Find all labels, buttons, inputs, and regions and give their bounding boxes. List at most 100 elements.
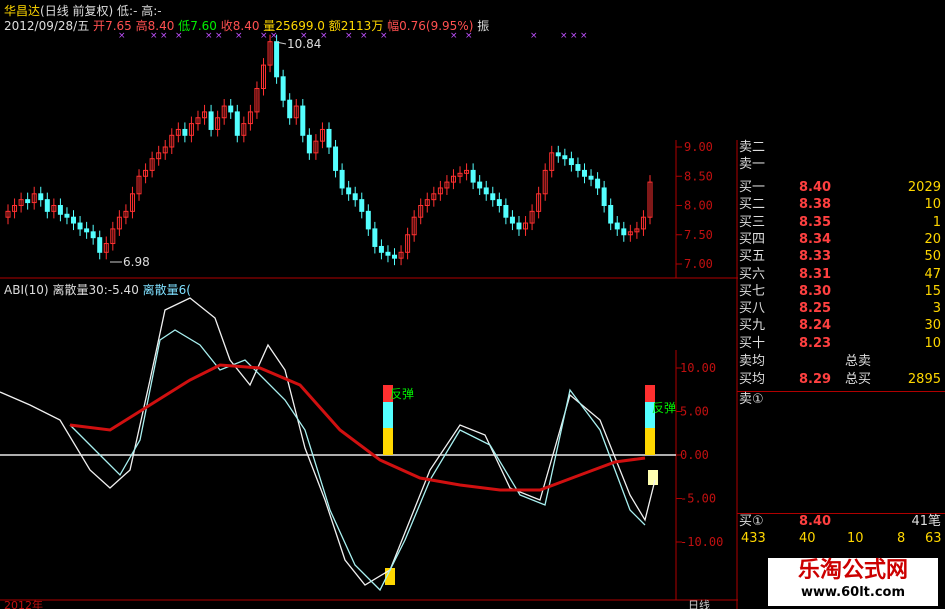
candle-body	[614, 222, 620, 230]
price-tick-label: 8.00	[684, 199, 713, 213]
candle-body	[228, 105, 234, 113]
candle-body	[25, 199, 31, 204]
low-value: -	[133, 4, 138, 18]
candle-body	[64, 213, 70, 218]
buy-row-price: 8.31	[799, 266, 832, 282]
queue-volume: 433	[741, 531, 766, 546]
high-value: -	[157, 4, 162, 18]
buy-row-label: 买二	[739, 197, 766, 213]
sell1-marker: 卖①	[739, 392, 764, 407]
buy-row-1[interactable]: 买一 8.40 2029	[737, 180, 945, 196]
dispersion-30-line	[0, 297, 656, 586]
max-price-label: 10.84	[287, 37, 321, 51]
buy-row-5[interactable]: 买五 8.33 50	[737, 249, 945, 265]
buy-row-9[interactable]: 买九 8.24 30	[737, 318, 945, 334]
buy-row-label: 买十	[739, 335, 766, 351]
signal-marker-glyph: ×	[560, 31, 568, 41]
total-sell-label: 总卖	[845, 354, 872, 369]
low2-label: 低	[178, 19, 191, 33]
ohlc-info-bar: 2012/09/28/五 开7.65 高8.40 低7.60 收8.40 量25…	[4, 17, 489, 34]
watermark-logo: 乐淘公式网 www.60lt.com	[768, 558, 938, 606]
sell-avg-label: 卖均	[739, 354, 766, 369]
candle-body	[287, 99, 293, 119]
amount-value: 2113万	[340, 19, 384, 33]
buy1-detail-row[interactable]: 买① 8.40 41笔	[737, 514, 945, 530]
sell1-detail-row[interactable]: 卖①	[737, 392, 945, 408]
buy-row-volume: 10	[924, 335, 941, 351]
buy-row-10[interactable]: 买十 8.23 10	[737, 336, 945, 352]
buy-avg-price: 8.29	[799, 372, 832, 387]
candle-body	[477, 181, 483, 189]
buy-row-2[interactable]: 买二 8.38 10	[737, 197, 945, 213]
candle-body	[555, 152, 561, 157]
bottom-date-label: 2012年	[4, 598, 43, 609]
buy-row-volume: 30	[924, 318, 941, 334]
candle-body	[326, 128, 332, 148]
change-label: 幅	[387, 19, 400, 33]
indicator-name: ABI(10)	[4, 283, 49, 297]
candle-body	[365, 210, 371, 230]
signal-bar	[383, 402, 393, 428]
buy-avg-label: 买均	[739, 372, 766, 387]
queue-volume: 10	[847, 531, 864, 546]
sell-average-row: 卖均 总卖	[737, 354, 945, 370]
buy-row-label: 买四	[739, 231, 766, 247]
candle-body	[601, 187, 607, 206]
buy-row-label: 买三	[739, 214, 766, 230]
candle-body	[71, 216, 77, 224]
amplitude-label: 振	[477, 19, 490, 33]
bottom-period-label: 日线	[688, 598, 710, 609]
sell-row-1[interactable]: 卖一	[737, 157, 945, 173]
candle-body	[372, 228, 378, 247]
candle-body	[38, 193, 44, 201]
buy-row-label: 买六	[739, 266, 766, 282]
buy-row-7[interactable]: 买七 8.30 15	[737, 284, 945, 300]
open-value: 7.65	[105, 19, 132, 33]
total-buy-volume: 2895	[907, 372, 941, 387]
buy-row-price: 8.33	[799, 249, 832, 265]
candle-body	[392, 254, 398, 259]
buy-row-label: 买八	[739, 301, 766, 317]
stock-name: 华昌达	[4, 4, 41, 18]
buy-row-3[interactable]: 买三 8.35 1	[737, 215, 945, 231]
candle-body	[516, 222, 522, 230]
candle-body	[333, 146, 339, 171]
candle-body	[562, 155, 568, 160]
candle-body	[483, 187, 489, 195]
moving-average-line	[69, 363, 646, 492]
sell-row-label: 卖二	[739, 140, 766, 155]
candle-body	[588, 175, 594, 180]
candle-body	[57, 205, 63, 215]
series1-value: -5.40	[107, 283, 139, 297]
buy-row-volume: 1	[932, 214, 941, 230]
sell-row-2[interactable]: 卖二	[737, 140, 945, 156]
buy-row-price: 8.25	[799, 301, 832, 317]
signal-marker-glyph: ×	[570, 31, 578, 41]
sell-row-label: 卖一	[739, 157, 766, 172]
candlestick-series	[5, 34, 653, 266]
buy-row-volume: 3	[932, 301, 941, 317]
price-tick-label: 9.00	[684, 140, 713, 154]
close-label: 收	[220, 19, 233, 33]
open-label: 开	[93, 19, 106, 33]
buy-row-volume: 47	[924, 266, 941, 282]
candle-body	[503, 205, 509, 218]
buy-row-6[interactable]: 买六 8.31 47	[737, 267, 945, 283]
watermark-url: www.60lt.com	[800, 585, 906, 600]
candle-body	[182, 128, 188, 136]
buy-row-volume: 10	[924, 197, 941, 213]
buy-row-volume: 2029	[907, 180, 941, 195]
buy-row-4[interactable]: 买四 8.34 20	[737, 232, 945, 248]
period-label: (日线 前复权)	[40, 4, 114, 18]
buy-row-8[interactable]: 买八 8.25 3	[737, 301, 945, 317]
buy-row-label: 买七	[739, 283, 766, 299]
buy-row-volume: 15	[924, 283, 941, 299]
queue-volume: 8	[897, 531, 906, 546]
close-value: 8.40	[232, 19, 260, 33]
indicator-tick-label: -5.00	[680, 492, 716, 506]
series1-label: 离散量30:	[52, 283, 108, 297]
candle-body	[84, 228, 90, 233]
high2-label: 高	[135, 19, 148, 33]
candle-body	[44, 199, 50, 212]
signal-marker-glyph: ×	[530, 31, 538, 41]
